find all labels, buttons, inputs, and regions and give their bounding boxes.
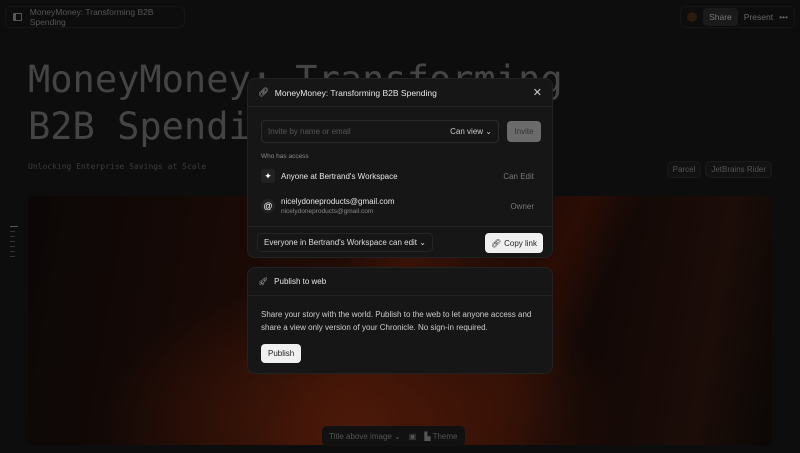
sidebar-toggle-icon[interactable] <box>13 13 22 21</box>
layout-select[interactable]: Title above image ⌄ <box>329 432 401 441</box>
dialog-title: MoneyMoney: Transforming B2B Spending <box>274 87 437 98</box>
publish-panel: 🚀︎ Publish to web Share your story with t… <box>247 267 553 374</box>
invite-placeholder: Invite by name or email <box>268 127 351 136</box>
general-access-select[interactable]: Everyone in Bertrand's Workspace can edi… <box>257 233 433 252</box>
rocket-icon: 🚀︎ <box>258 277 269 286</box>
link-icon: 🔗︎ <box>490 238 502 248</box>
page-subtitle[interactable]: Unlocking Enterprise Savings at Scale <box>28 162 206 171</box>
at-icon: @ <box>261 199 275 213</box>
document-title: MoneyMoney: Transforming B2B Spending <box>29 7 154 27</box>
close-icon[interactable]: ✕ <box>533 86 542 99</box>
cover-toolbar: Title above image ⌄ ▣ ▙ Theme <box>322 426 465 446</box>
more-icon[interactable]: ••• <box>779 12 788 22</box>
present-button[interactable]: Present <box>744 12 773 22</box>
copy-link-button[interactable]: 🔗︎ Copy link <box>484 233 543 253</box>
document-title-bar: MoneyMoney: Transforming B2B Spending <box>5 6 185 28</box>
share-dialog: 🔗︎ MoneyMoney: Transforming B2B Spending… <box>247 78 553 258</box>
role-select[interactable]: Can Edit <box>503 172 534 181</box>
top-actions: Share Present ••• <box>680 6 795 28</box>
publish-description: Share your story with the world. Publish… <box>261 310 532 332</box>
tag-jetbrains-rider[interactable]: JetBrains Rider <box>705 161 772 178</box>
image-icon[interactable]: ▣ <box>409 432 417 441</box>
invite-input[interactable]: Invite by name or email Can view ⌄ <box>261 120 499 143</box>
avatar[interactable] <box>687 12 698 22</box>
tag-parcel[interactable]: Parcel <box>666 161 702 178</box>
access-row-owner: @ nicelydoneproducts@gmail.com nicelydone… <box>261 197 534 215</box>
publish-button[interactable]: Publish <box>261 344 302 363</box>
theme-button[interactable]: ▙ Theme <box>424 432 457 441</box>
access-row-workspace: ✦ Anyone at Bertrand's Workspace Can Edi… <box>261 169 534 183</box>
outline-ruler[interactable] <box>10 226 18 261</box>
link-icon: 🔗︎ <box>258 87 269 97</box>
share-button[interactable]: Share <box>703 8 738 26</box>
workspace-icon: ✦ <box>261 169 275 183</box>
invite-button[interactable]: Invite <box>507 121 541 142</box>
owner-label: Owner <box>510 201 534 211</box>
permission-select[interactable]: Can view ⌄ <box>450 127 492 136</box>
who-has-access-label: Who has access <box>261 153 309 160</box>
